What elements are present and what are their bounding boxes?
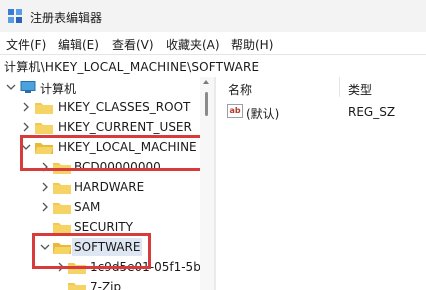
menu-edit[interactable]: 编辑(E) (58, 36, 99, 53)
value-type: REG_SZ (348, 105, 396, 119)
scroll-thumb[interactable] (205, 92, 208, 116)
menu-file[interactable]: 文件(F) (6, 36, 46, 53)
tree-label: 计算机 (40, 82, 77, 96)
folder-icon (68, 283, 86, 290)
folder-icon (53, 203, 71, 214)
folder-icon (53, 183, 71, 194)
scroll-up-arrow-icon[interactable] (203, 80, 209, 84)
tree-node-7zip[interactable]: 7-Zip (0, 277, 200, 290)
folder-icon (35, 103, 53, 114)
tree-label: 7-Zip (90, 280, 122, 290)
chevron-right-icon[interactable] (40, 182, 50, 192)
menu-bar: 文件(F) 编辑(E) 查看(V) 收藏夹(A) 帮助(H) (0, 32, 426, 54)
column-header-name[interactable]: 名称 (228, 81, 252, 98)
menu-favorites[interactable]: 收藏夹(A) (166, 36, 220, 53)
value-name[interactable]: (默认) (246, 105, 279, 122)
column-divider[interactable] (339, 77, 340, 97)
chevron-right-icon[interactable] (21, 122, 31, 132)
chevron-right-icon[interactable] (21, 102, 31, 112)
highlight-box-hklm (20, 135, 211, 171)
menu-help[interactable]: 帮助(H) (231, 36, 273, 53)
tree-node-hkey-current-user[interactable]: HKEY_CURRENT_USER (0, 117, 200, 137)
tree-node-hkey-classes-root[interactable]: HKEY_CLASSES_ROOT (0, 97, 200, 117)
chevron-right-icon[interactable] (40, 202, 50, 212)
tree-label: SECURITY (74, 220, 133, 234)
tree-label: HKEY_CLASSES_ROOT (58, 100, 191, 114)
tree-node-hardware[interactable]: HARDWARE (0, 177, 200, 197)
string-value-icon: ab (227, 104, 243, 118)
title-bar: 注册表编辑器 (0, 0, 426, 32)
computer-icon (20, 81, 36, 93)
column-header-type[interactable]: 类型 (348, 81, 372, 98)
menu-view[interactable]: 查看(V) (112, 36, 154, 53)
folder-icon (35, 123, 53, 134)
tree-node-computer[interactable]: 计算机 (0, 77, 200, 97)
address-path[interactable]: 计算机\HKEY_LOCAL_MACHINE\SOFTWARE (4, 58, 259, 75)
window-title: 注册表编辑器 (30, 11, 103, 25)
tree-label: HARDWARE (74, 180, 145, 194)
tree-label: SAM (74, 200, 101, 214)
highlight-box-software (32, 233, 151, 269)
registry-editor-icon (8, 9, 22, 23)
chevron-down-icon[interactable] (6, 82, 16, 92)
address-bar[interactable]: 计算机\HKEY_LOCAL_MACHINE\SOFTWARE (0, 54, 426, 78)
tree-label: HKEY_CURRENT_USER (58, 120, 192, 134)
tree-node-sam[interactable]: SAM (0, 197, 200, 217)
